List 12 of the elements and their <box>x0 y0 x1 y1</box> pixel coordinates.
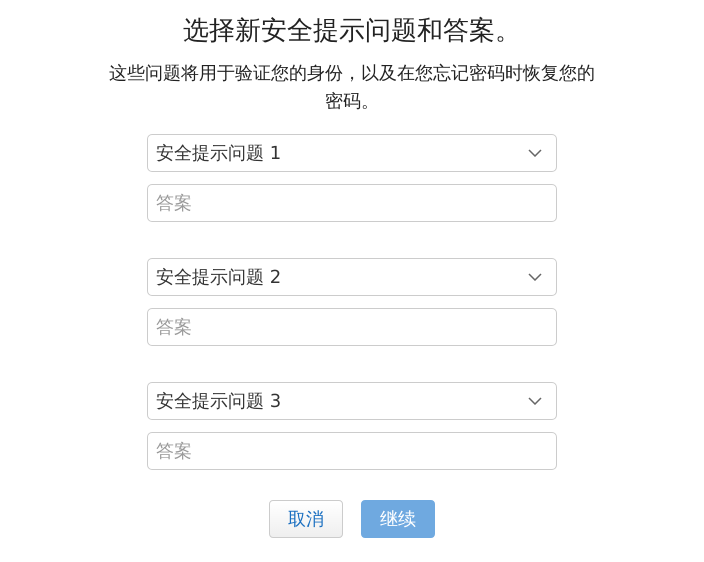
question-select[interactable]: 安全提示问题 1 <box>147 134 557 172</box>
chevron-down-icon <box>528 273 542 281</box>
answer-field[interactable]: 答案 <box>147 432 557 470</box>
chevron-down-icon <box>528 149 542 157</box>
cancel-button[interactable]: 取消 <box>269 500 343 538</box>
answer-field[interactable]: 答案 <box>147 184 557 222</box>
question-select[interactable]: 安全提示问题 3 <box>147 382 557 420</box>
chevron-down-icon <box>528 397 542 405</box>
question-select[interactable]: 安全提示问题 2 <box>147 258 557 296</box>
page-title: 选择新安全提示问题和答案。 <box>183 15 521 48</box>
answer-field[interactable]: 答案 <box>147 308 557 346</box>
description: 这些问题将用于验证您的身份，以及在您忘记密码时恢复您的密码。 <box>108 62 596 114</box>
